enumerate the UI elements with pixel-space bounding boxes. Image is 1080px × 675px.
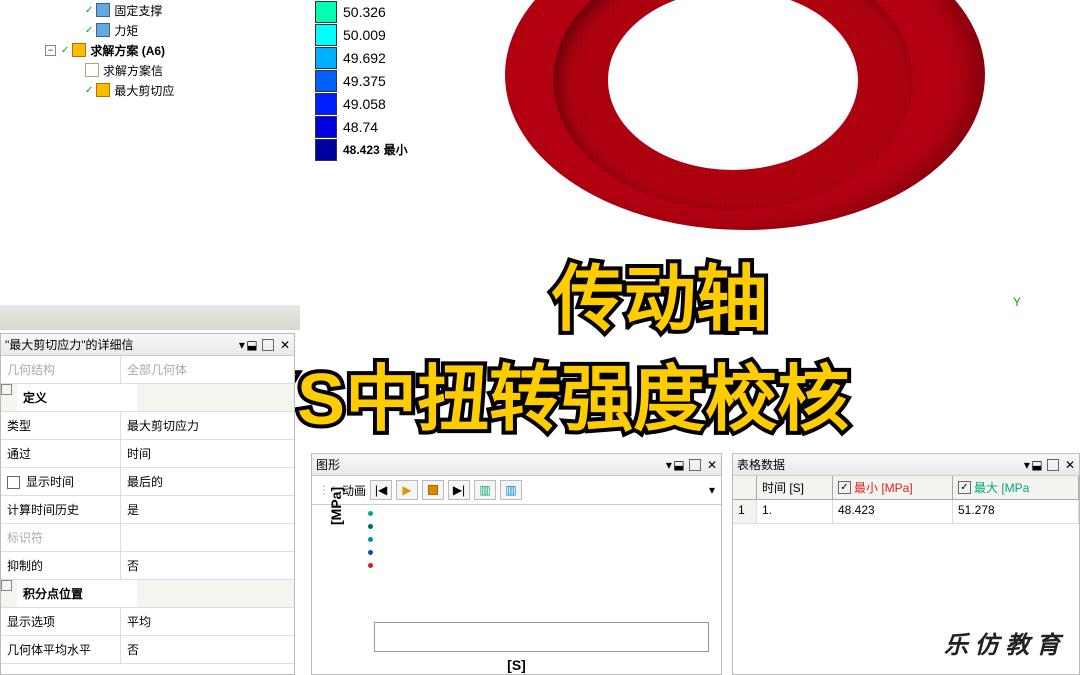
prop-row-display-time[interactable]: 显示时间最后的	[1, 468, 294, 496]
col-time[interactable]: 时间 [S]	[757, 476, 833, 499]
prop-row-display-option[interactable]: 显示选项平均	[1, 608, 294, 636]
maximize-icon[interactable]	[1047, 459, 1059, 471]
support-icon	[96, 3, 110, 17]
prop-row-identifier[interactable]: 标识符	[1, 524, 294, 552]
result-icon	[96, 83, 110, 97]
pin-icon[interactable]: ⬓	[245, 338, 259, 352]
details-panel: "最大剪切应力"的详细信 ▾ ⬓ ✕ 几何结构全部几何体 定义 类型最大剪切应力…	[0, 333, 295, 675]
details-header: "最大剪切应力"的详细信 ▾ ⬓ ✕	[1, 334, 294, 356]
tree-item-fixed-support[interactable]: ✓ 固定支撑	[5, 0, 290, 20]
check-icon: ✓	[85, 25, 93, 36]
animation-toolbar: ⋮⋮ 动画 |◀ ▶ ▶| ▥ ▥ ▾	[312, 476, 721, 505]
chart-points	[368, 511, 373, 576]
tree-label: 固定支撑	[114, 2, 162, 19]
maximize-icon[interactable]	[262, 339, 274, 351]
graph-header: 图形 ▾ ⬓ ✕	[312, 454, 721, 476]
model-tree: ✓ 固定支撑 ✓ 力矩 − ✓ 求解方案 (A6) 求解方案信 ✓ 最大剪切应	[5, 0, 290, 100]
pin-icon[interactable]: ⬓	[672, 458, 686, 472]
chart-area[interactable]: [MPa] [S]	[312, 505, 721, 655]
tree-label: 力矩	[114, 22, 138, 39]
graph-panel: 图形 ▾ ⬓ ✕ ⋮⋮ 动画 |◀ ▶ ▶| ▥ ▥ ▾ [MPa] [S]	[311, 453, 722, 675]
prop-row-suppressed[interactable]: 抑制的否	[1, 552, 294, 580]
tree-item-max-shear[interactable]: ✓ 最大剪切应	[5, 80, 290, 100]
tree-label: 求解方案 (A6)	[90, 42, 165, 59]
check-icon: ✓	[85, 5, 93, 16]
tree-item-moment[interactable]: ✓ 力矩	[5, 20, 290, 40]
tree-item-solution-info[interactable]: 求解方案信	[5, 60, 290, 80]
dropdown-icon[interactable]: ▾	[709, 483, 715, 497]
pin-icon[interactable]: ⬓	[1030, 458, 1044, 472]
grid-header: 时间 [S] ✓最小 [MPa] ✓最大 [MPa	[733, 476, 1079, 500]
chart-box	[374, 622, 709, 652]
ring-outer	[505, 0, 985, 230]
col-max[interactable]: ✓最大 [MPa	[953, 476, 1079, 499]
color-legend: 50.326 50.009 49.692 49.375 49.058 48.74…	[315, 0, 408, 161]
prev-button[interactable]: |◀	[370, 480, 392, 500]
close-icon[interactable]: ✕	[280, 338, 290, 352]
table-header: 表格数据 ▾ ⬓ ✕	[733, 454, 1079, 476]
close-icon[interactable]: ✕	[707, 458, 717, 472]
mode2-button[interactable]: ▥	[500, 480, 522, 500]
folder-icon	[72, 43, 86, 57]
collapse-icon[interactable]: −	[45, 45, 56, 56]
moment-icon	[96, 23, 110, 37]
mode1-button[interactable]: ▥	[474, 480, 496, 500]
play-button[interactable]: ▶	[396, 480, 418, 500]
prop-row-calc-history[interactable]: 计算时间历史是	[1, 496, 294, 524]
col-min[interactable]: ✓最小 [MPa]	[833, 476, 953, 499]
close-icon[interactable]: ✕	[1065, 458, 1075, 472]
ring-inner	[553, 0, 913, 210]
ring-hole	[608, 0, 858, 170]
check-icon: ✓	[61, 45, 69, 56]
check-icon: ✓	[85, 85, 93, 96]
animation-label: 动画	[342, 482, 366, 499]
x-axis-label: [S]	[324, 657, 709, 673]
section-definition[interactable]: 定义	[1, 384, 294, 412]
tree-label: 求解方案信	[103, 62, 163, 79]
page-icon	[85, 63, 99, 77]
prop-row-type[interactable]: 类型最大剪切应力	[1, 412, 294, 440]
section-integration[interactable]: 积分点位置	[1, 580, 294, 608]
y-axis-label: [MPa]	[328, 487, 344, 525]
table-row[interactable]: 1 1. 48.423 51.278	[733, 500, 1079, 524]
tree-label: 最大剪切应	[114, 82, 174, 99]
prop-row[interactable]: 几何结构全部几何体	[1, 356, 294, 384]
stop-button[interactable]	[422, 480, 444, 500]
watermark: 乐 仿 教 育	[944, 625, 1060, 660]
prop-row-geom-avg[interactable]: 几何体平均水平否	[1, 636, 294, 664]
maximize-icon[interactable]	[689, 459, 701, 471]
next-button[interactable]: ▶|	[448, 480, 470, 500]
prop-row-by[interactable]: 通过时间	[1, 440, 294, 468]
tree-item-solution[interactable]: − ✓ 求解方案 (A6)	[5, 40, 290, 60]
